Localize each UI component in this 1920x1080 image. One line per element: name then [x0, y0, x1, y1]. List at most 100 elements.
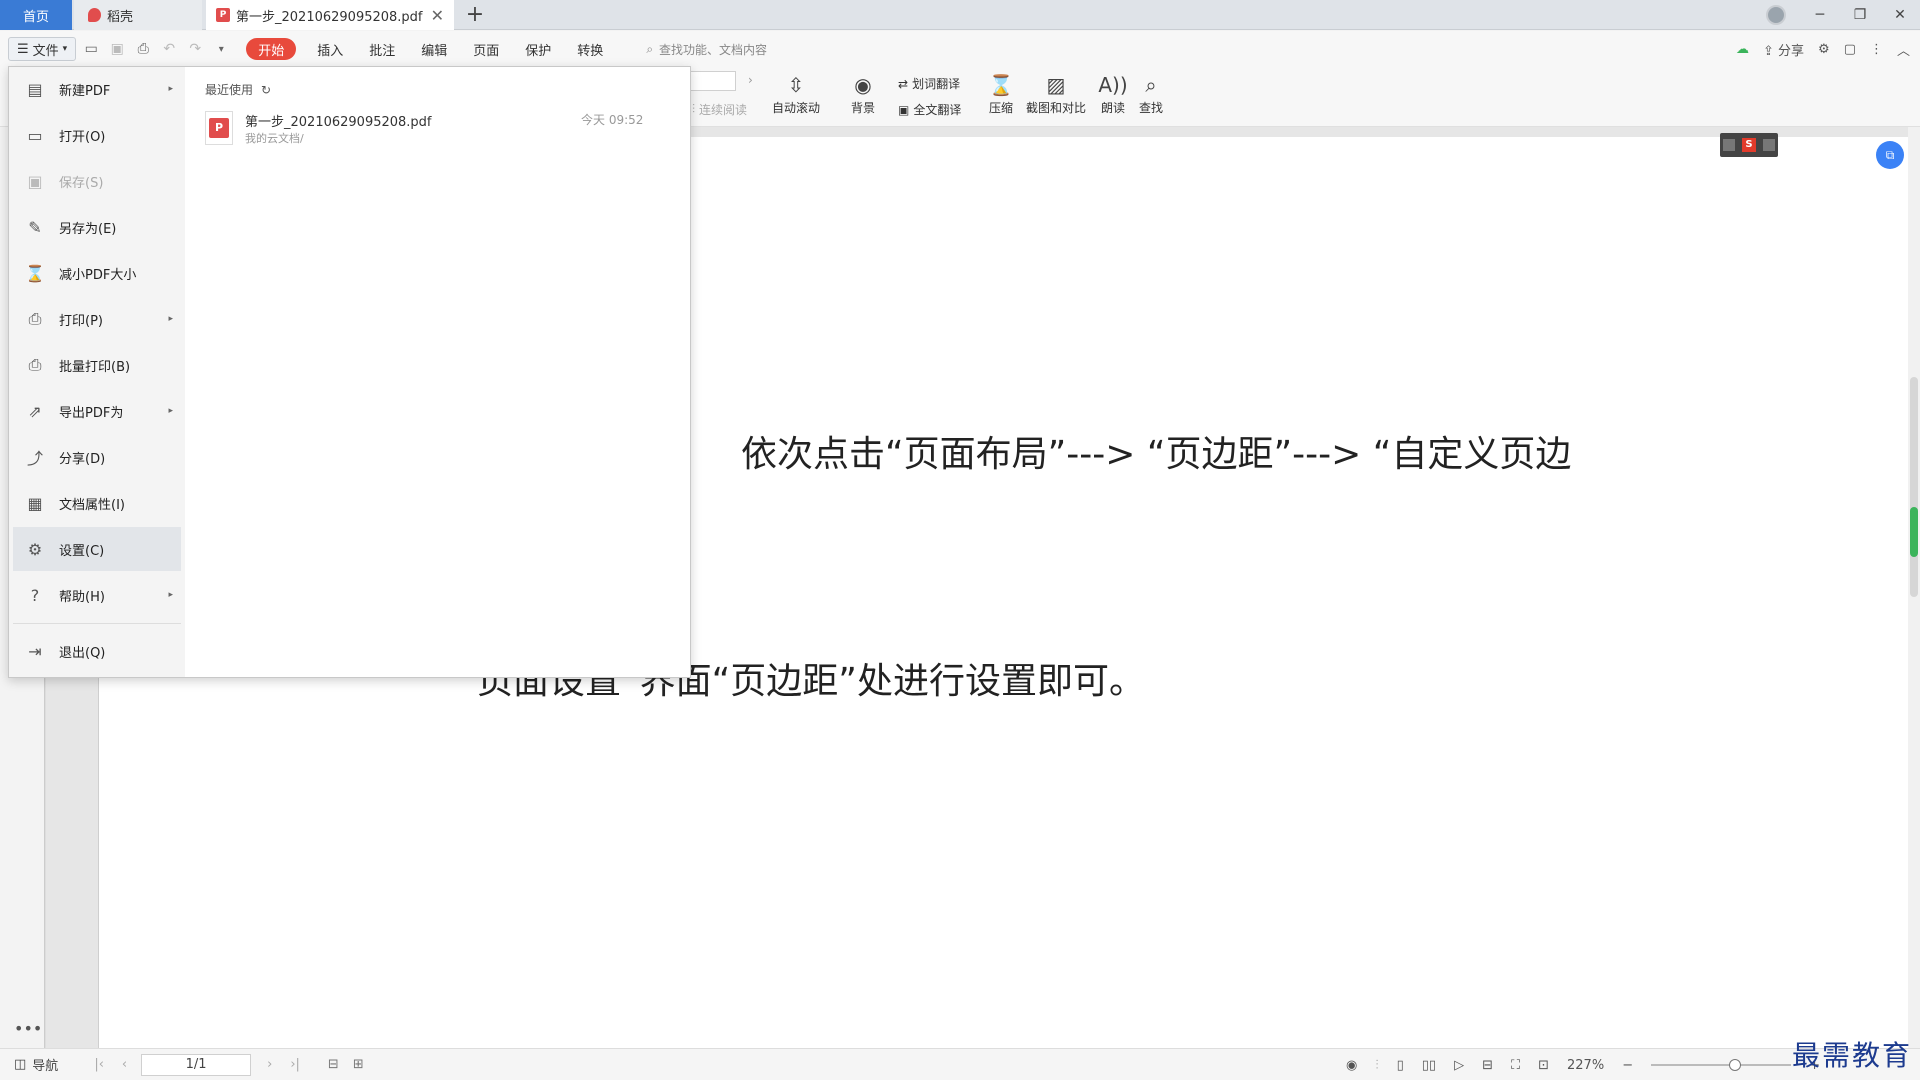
back-view-icon[interactable]: ⊟: [328, 1057, 339, 1072]
pdf-icon: P: [216, 8, 230, 22]
avatar[interactable]: [1766, 5, 1786, 25]
tab-convert[interactable]: 转换: [564, 31, 616, 67]
auto-scroll-icon: ⇳: [787, 73, 805, 97]
recent-file-time: 今天 09:52: [581, 113, 644, 127]
forward-view-icon[interactable]: ⊞: [353, 1057, 364, 1072]
word-translate-button[interactable]: ⇄ 划词翻译: [898, 75, 960, 92]
menu-bar: ☰ 文件 ▾ ▭ ▣ ⎙ ↶ ↷ ▾ 开始 插入 批注 编辑 页面 保护 转换 …: [0, 31, 1920, 67]
menu-item-share[interactable]: ⤴ 分享(D): [13, 435, 181, 479]
page-number-field[interactable]: 1/1: [141, 1053, 252, 1076]
recent-file-item[interactable]: P 第一步_20210629095208.pdf 我的云文档/ 今天 09:52: [205, 109, 685, 149]
full-translate-button[interactable]: ▣ 全文翻译: [898, 101, 961, 118]
auto-scroll-button[interactable]: ⇳ 自动滚动: [772, 71, 820, 116]
zoom-level[interactable]: 227%: [1567, 1058, 1604, 1073]
collapse-ribbon-icon[interactable]: ︿: [1897, 40, 1910, 59]
floating-toolbar[interactable]: S: [1720, 133, 1778, 157]
submenu-arrow-icon: ▸: [168, 590, 173, 600]
menu-item-label: 另存为(E): [59, 221, 117, 237]
navigation-toggle[interactable]: ◫ 导航: [14, 1055, 58, 1074]
menu-item-batch-print[interactable]: ⎙ 批量打印(B): [13, 343, 181, 387]
page-input-stub[interactable]: [690, 71, 736, 91]
undo-icon[interactable]: ↶: [158, 38, 180, 60]
first-page-icon[interactable]: |‹: [94, 1057, 104, 1072]
menu-item-save-as[interactable]: ✎ 另存为(E): [13, 205, 181, 249]
save-quick-icon[interactable]: ▣: [106, 38, 128, 60]
next-page-icon[interactable]: ›: [267, 1057, 272, 1072]
share-button[interactable]: ⇪ 分享: [1763, 40, 1804, 59]
restore-icon[interactable]: ❐: [1840, 0, 1880, 30]
cloud-sync-icon[interactable]: ☁: [1736, 42, 1749, 57]
tab-document[interactable]: P 第一步_20210629095208.pdf ✕: [206, 0, 454, 30]
fit-width-icon[interactable]: ⊟: [1482, 1058, 1493, 1073]
actual-size-icon[interactable]: ⊡: [1538, 1058, 1549, 1073]
read-aloud-button[interactable]: A)) 朗读: [1098, 71, 1127, 116]
zoom-out-icon[interactable]: −: [1622, 1058, 1633, 1073]
menu-item-properties[interactable]: ▦ 文档属性(I): [13, 481, 181, 525]
last-page-icon[interactable]: ›|: [290, 1057, 300, 1072]
tab-page[interactable]: 页面: [460, 31, 512, 67]
continuous-read-button[interactable]: ⫶ 连续阅读: [692, 101, 747, 118]
customize-icon[interactable]: ▾: [210, 38, 232, 60]
tab-edit[interactable]: 编辑: [408, 31, 460, 67]
zoom-slider-knob[interactable]: [1729, 1059, 1742, 1071]
settings-icon[interactable]: ⚙: [1818, 42, 1830, 57]
menu-item-label: 设置(C): [59, 543, 105, 559]
tab-start[interactable]: 开始: [246, 38, 297, 60]
find-button[interactable]: ⌕ 查找: [1138, 71, 1164, 116]
eye-mode-icon[interactable]: ◉: [1346, 1058, 1357, 1073]
open-quick-icon[interactable]: ▭: [80, 38, 102, 60]
single-page-icon[interactable]: ▯: [1397, 1058, 1404, 1073]
menu-item-print[interactable]: ⎙ 打印(P) ▸: [13, 297, 181, 341]
print-quick-icon[interactable]: ⎙: [132, 38, 154, 60]
comment-icon[interactable]: ▢: [1844, 42, 1856, 57]
double-page-icon[interactable]: ▯▯: [1422, 1058, 1436, 1073]
redo-icon[interactable]: ↷: [184, 38, 206, 60]
menu-item-open[interactable]: ▭ 打开(O): [13, 113, 181, 157]
floating-action-icon[interactable]: ⧉: [1876, 141, 1904, 169]
close-tab-icon[interactable]: ✕: [431, 6, 444, 25]
tab-daoke-label: 稻壳: [107, 9, 134, 25]
search-input[interactable]: ⌕ 查找功能、文档内容: [646, 41, 767, 58]
compress-button[interactable]: ⌛ 压缩: [988, 71, 1014, 116]
menu-item-export[interactable]: ⇗ 导出PDF为 ▸: [13, 389, 181, 433]
tab-home[interactable]: 首页: [0, 0, 72, 30]
new-tab-button[interactable]: +: [462, 2, 488, 27]
menu-item-label: 打开(O): [59, 129, 106, 145]
save-icon: ▣: [27, 171, 43, 191]
submenu-arrow-icon: ▸: [168, 406, 173, 416]
continuous-mode-icon[interactable]: ⫶: [1375, 1058, 1378, 1073]
keyboard-icon: [1723, 139, 1736, 151]
file-menu-button[interactable]: ☰ 文件 ▾: [8, 37, 77, 61]
background-button[interactable]: ◉ 背景: [850, 71, 876, 116]
hamburger-icon: ☰: [17, 41, 29, 57]
menu-item-exit[interactable]: ⇥ 退出(Q): [13, 629, 181, 673]
vertical-scrollbar[interactable]: [1908, 127, 1920, 1048]
menu-item-settings[interactable]: ⚙ 设置(C): [13, 527, 181, 571]
minimize-icon[interactable]: ─: [1800, 0, 1840, 30]
menu-item-compress[interactable]: ⌛ 减小PDF大小: [13, 251, 181, 295]
refresh-icon[interactable]: ↻: [261, 83, 271, 97]
screenshot-compare-label: 截图和对比: [1026, 101, 1087, 115]
share-icon: ⤴: [26, 449, 43, 468]
more-dots-icon[interactable]: •••: [14, 1019, 42, 1038]
share-label: 分享: [1778, 43, 1805, 59]
menu-item-new-pdf[interactable]: ▤ 新建PDF ▸: [13, 67, 181, 111]
full-translate-icon: ▣: [898, 102, 910, 117]
screenshot-compare-button[interactable]: ▨ 截图和对比: [1026, 71, 1086, 116]
prev-page-icon[interactable]: ‹: [122, 1057, 127, 1072]
window-close-icon[interactable]: ✕: [1880, 0, 1920, 30]
scrollbar-position-marker: [1910, 507, 1918, 557]
next-arrow-icon[interactable]: ›: [748, 73, 753, 87]
tab-annotate[interactable]: 批注: [356, 31, 408, 67]
play-icon[interactable]: ▷: [1454, 1058, 1464, 1073]
tab-daoke[interactable]: 稻壳: [74, 0, 202, 30]
menu-item-save[interactable]: ▣ 保存(S): [13, 159, 181, 203]
tab-protect[interactable]: 保护: [512, 31, 564, 67]
status-bar: ◫ 导航 |‹ ‹ 1/1 › ›| ⊟ ⊞ ◉ ⫶ ▯ ▯▯ ▷ ⊟ ⛶ ⊡ …: [0, 1039, 1920, 1080]
zoom-slider[interactable]: [1651, 1059, 1792, 1071]
menu-item-help[interactable]: ? 帮助(H) ▸: [13, 573, 181, 617]
scrollbar-thumb[interactable]: [1910, 377, 1918, 597]
tab-insert[interactable]: 插入: [304, 31, 356, 67]
fit-page-icon[interactable]: ⛶: [1511, 1058, 1520, 1073]
more-icon[interactable]: ⋮: [1870, 42, 1883, 57]
